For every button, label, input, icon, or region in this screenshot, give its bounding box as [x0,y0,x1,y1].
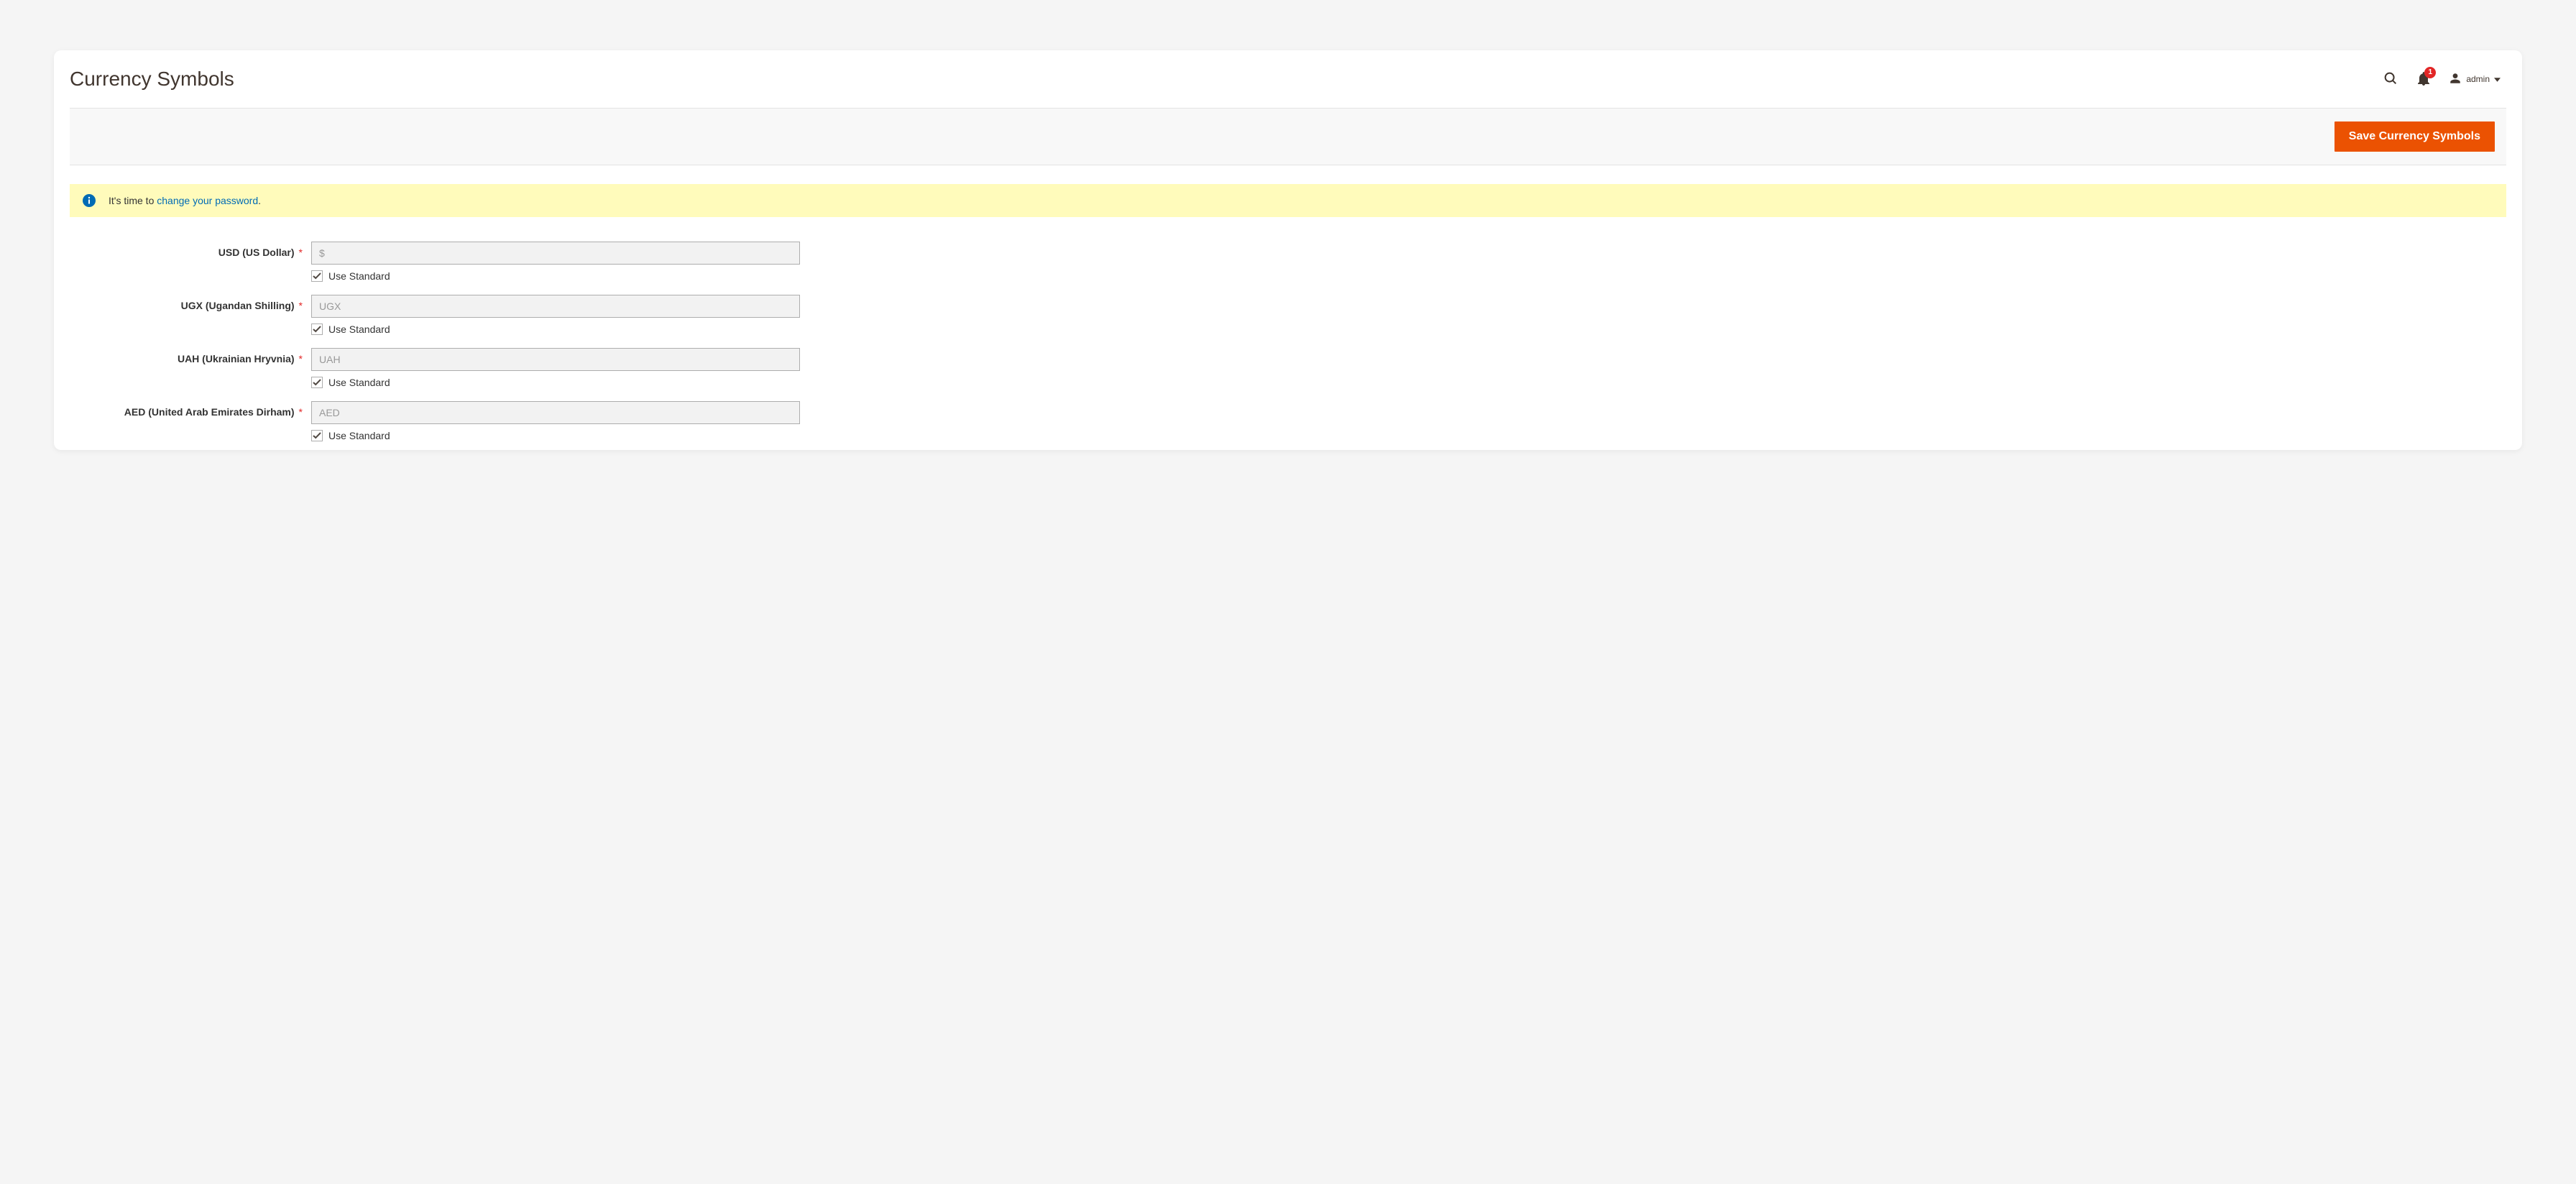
change-password-link[interactable]: change your password [157,195,258,206]
currency-symbol-input[interactable] [311,295,800,318]
currency-control: Use Standard [311,295,800,335]
use-standard-label: Use Standard [328,270,390,282]
use-standard-option[interactable]: Use Standard [311,430,800,441]
save-button[interactable]: Save Currency Symbols [2334,121,2495,152]
chevron-down-icon [2494,74,2501,84]
currency-control: Use Standard [311,401,800,441]
use-standard-option[interactable]: Use Standard [311,377,800,388]
required-mark: * [299,300,303,311]
currency-label: AED (United Arab Emirates Dirham) * [70,401,311,441]
main-panel: Currency Symbols 1 admin [54,50,2522,450]
actions-toolbar: Save Currency Symbols [70,108,2506,165]
notice-prefix: It's time to [109,195,157,206]
use-standard-checkbox[interactable] [311,270,323,282]
currency-label-text: UGX (Ugandan Shilling) [181,300,295,311]
currency-form: USD (US Dollar)*Use StandardUGX (Ugandan… [70,231,2506,441]
page-title: Currency Symbols [70,68,234,91]
currency-label-text: USD (US Dollar) [218,247,295,258]
use-standard-checkbox[interactable] [311,323,323,335]
use-standard-checkbox[interactable] [311,377,323,388]
currency-row: UGX (Ugandan Shilling) * Use Standard [70,282,2506,335]
currency-label-text: UAH (Ukrainian Hryvnia) [178,353,295,364]
admin-username: admin [2466,74,2490,84]
currency-row: UAH (Ukrainian Hryvnia) * Use Standard [70,335,2506,388]
search-button[interactable] [2383,70,2398,88]
password-notice: It's time to change your password. [70,184,2506,217]
currency-label: UAH (Ukrainian Hryvnia) * [70,348,311,388]
notice-text: It's time to change your password. [109,195,261,206]
admin-account-menu[interactable]: admin [2449,72,2501,87]
user-icon [2449,72,2462,87]
use-standard-label: Use Standard [328,430,390,441]
use-standard-checkbox[interactable] [311,430,323,441]
required-mark: * [299,247,303,258]
use-standard-label: Use Standard [328,323,390,335]
use-standard-option[interactable]: Use Standard [311,323,800,335]
notification-badge: 1 [2424,67,2436,78]
currency-control: Use Standard [311,348,800,388]
search-icon [2383,70,2398,88]
currency-row: AED (United Arab Emirates Dirham) * Use St… [70,388,2506,441]
required-mark: * [299,353,303,364]
use-standard-option[interactable]: Use Standard [311,270,800,282]
currency-symbol-input[interactable] [311,242,800,265]
required-mark: * [299,406,303,418]
currency-label-text: AED (United Arab Emirates Dirham) [124,406,295,418]
currency-control: Use Standard [311,242,800,282]
notice-suffix: . [258,195,261,206]
currency-label: UGX (Ugandan Shilling) * [70,295,311,335]
header-actions: 1 admin [2383,70,2501,88]
page-header: Currency Symbols 1 admin [54,50,2522,108]
use-standard-label: Use Standard [328,377,390,388]
currency-label: USD (US Dollar) * [70,242,311,282]
notifications-button[interactable]: 1 [2417,71,2430,88]
currency-symbol-input[interactable] [311,401,800,424]
currency-row: USD (US Dollar) * Use Standard [70,231,2506,282]
info-icon [83,194,96,207]
currency-symbol-input[interactable] [311,348,800,371]
